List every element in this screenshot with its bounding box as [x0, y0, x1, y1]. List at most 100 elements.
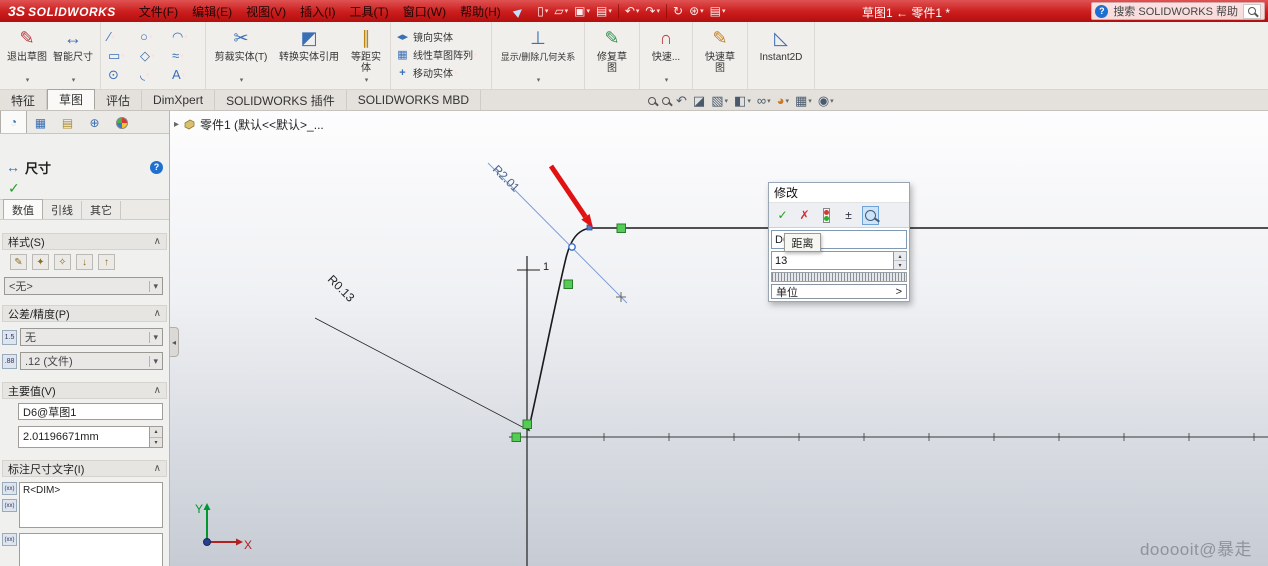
view-settings-button[interactable]: ◉ ▾	[818, 92, 834, 109]
style-section-header[interactable]: 样式(S) ∧	[2, 233, 167, 250]
new-document-button[interactable]: ▯ ▾	[534, 3, 551, 19]
dimension-label-r013[interactable]: R0.13	[325, 272, 358, 305]
tolerance-section-header[interactable]: 公差/精度(P) ∧	[2, 305, 167, 322]
menu-edit[interactable]: 编辑(E)	[185, 1, 239, 22]
display-delete-relations-button[interactable]: ⊥ 显示/删除几何关系 ▾	[496, 24, 580, 86]
add-style-button[interactable]: ✦	[32, 254, 49, 270]
ok-check-button[interactable]: ✓	[8, 180, 20, 197]
rebuild-button[interactable]: ↻	[670, 3, 686, 19]
dimxpert-manager-tab[interactable]: ▤	[54, 112, 81, 133]
tab-mbd[interactable]: SOLIDWORKS MBD	[347, 90, 482, 110]
reverse-direction-button[interactable]: ±	[840, 206, 857, 225]
dimension-leader-r013[interactable]	[314, 317, 531, 432]
section-view-button[interactable]: ◪	[693, 92, 705, 109]
dimension-value-input[interactable]: 13	[771, 251, 894, 270]
previous-view-button[interactable]: ↶	[676, 92, 687, 109]
point-tool-button[interactable]: ⊙	[105, 65, 137, 84]
relation-badge[interactable]	[522, 419, 532, 429]
dimension-label-r201[interactable]: R2.01	[490, 162, 523, 195]
dimension-name-field[interactable]: D6@草图1	[18, 403, 163, 420]
profile-curve[interactable]	[527, 227, 592, 431]
property-manager-tab[interactable]: ◔	[0, 111, 27, 133]
save-button[interactable]: ▣ ▾	[571, 3, 593, 19]
instant2d-button[interactable]: ◺ Instant2D	[752, 24, 810, 86]
hide-show-items-button[interactable]: ∞ ▾	[757, 92, 771, 109]
dim-text-icon[interactable]: (xx)	[2, 533, 17, 546]
view-orientation-button[interactable]: ▧ ▾	[711, 92, 728, 109]
tab-features[interactable]: 特征	[0, 90, 48, 110]
rapid-sketch-button[interactable]: ✎ 快速草 图	[697, 24, 743, 86]
thumbwheel-slider[interactable]	[771, 272, 907, 282]
panel-collapse-handle[interactable]: ◂	[170, 327, 179, 357]
spinner-down-icon[interactable]: ▾	[894, 261, 906, 269]
dimension-value-field[interactable]: 2.01196671mm	[18, 426, 150, 448]
dimension-text-section-header[interactable]: 标注尺寸文字(I) ∧	[2, 460, 167, 477]
tab-evaluate[interactable]: 评估	[95, 90, 143, 110]
tab-leaders[interactable]: 引线	[43, 201, 82, 219]
tab-sketch[interactable]: 草图	[47, 89, 96, 110]
display-style-button[interactable]: ◧ ▾	[734, 92, 751, 109]
primary-value-section-header[interactable]: 主要值(V) ∧	[2, 382, 167, 399]
dimension-label-1[interactable]: 1	[543, 261, 549, 273]
style-dropdown[interactable]: <无> ▾	[4, 277, 163, 295]
exit-sketch-button[interactable]: ✎ 退出草图 ▾	[4, 24, 50, 86]
origin-point[interactable]	[203, 538, 211, 546]
open-button[interactable]: ▱ ▾	[551, 3, 571, 19]
save-style-button[interactable]: ↓	[76, 254, 93, 270]
menu-tools[interactable]: 工具(T)	[342, 1, 395, 22]
modify-dialog-title[interactable]: 修改	[769, 183, 909, 203]
spinner-up-icon[interactable]: ▴	[150, 427, 162, 438]
dim-text-icon[interactable]: (xx)	[2, 499, 17, 512]
arc-tool-button[interactable]: ◠ ▾	[169, 27, 201, 46]
repair-sketch-button[interactable]: ✎ 修复草 图	[589, 24, 635, 86]
appearance-manager-tab[interactable]	[108, 112, 135, 133]
display-manager-tab[interactable]: ⊕	[81, 112, 108, 133]
delete-style-button[interactable]: ✧	[54, 254, 71, 270]
search-help-input[interactable]: 搜索 SOLIDWORKS 帮助	[1113, 3, 1238, 19]
midpoint-marker[interactable]	[568, 243, 576, 251]
units-dropdown[interactable]: 单位 >	[771, 284, 907, 299]
convert-entities-button[interactable]: ◩ 转换实体引用	[272, 24, 346, 86]
spinner-down-icon[interactable]: ▾	[150, 437, 162, 447]
relation-badge[interactable]	[563, 279, 573, 289]
help-icon[interactable]: ?	[1095, 4, 1109, 18]
menu-file[interactable]: 文件(F)	[132, 1, 185, 22]
tab-addins[interactable]: SOLIDWORKS 插件	[215, 90, 347, 110]
tolerance-type-dropdown[interactable]: 无 ▾	[20, 328, 163, 346]
tab-dimxpert[interactable]: DimXpert	[142, 90, 216, 110]
value-spinner[interactable]: ▴ ▾	[894, 251, 907, 270]
menu-view[interactable]: 视图(V)	[239, 1, 293, 22]
zoom-area-button[interactable]	[662, 92, 670, 109]
quick-snaps-button[interactable]: ∩ 快速... ▾	[644, 24, 688, 86]
menu-help[interactable]: 帮助(H)	[453, 1, 508, 22]
apply-default-style-button[interactable]: ✎	[10, 254, 27, 270]
rebuild-on-exit-button[interactable]	[818, 206, 835, 225]
text-tool-button[interactable]: A ▾	[169, 65, 201, 84]
trim-entities-button[interactable]: ✂ 剪裁实体(T) ▾	[210, 24, 272, 86]
line-tool-button[interactable]: ∕ ▾	[105, 27, 137, 46]
smart-dimension-button[interactable]: ↔ 智能尺寸 ▾	[50, 24, 96, 86]
value-spinner[interactable]: ▴ ▾	[150, 426, 163, 448]
linear-pattern-button[interactable]: ▦ 线性草图阵列 ▾	[395, 47, 487, 62]
increment-value-button[interactable]	[862, 205, 879, 225]
redo-button[interactable]: ↷ ▾	[642, 3, 663, 19]
undo-button[interactable]: ↶ ▾	[622, 3, 643, 19]
move-entities-button[interactable]: + 移动实体 ▾	[395, 65, 487, 81]
circle-tool-button[interactable]: ○ ▾	[137, 27, 169, 46]
apply-scene-button[interactable]: ▦ ▾	[795, 92, 812, 109]
feature-tree-root[interactable]: ▸ 零件1 (默认<<默认>_...	[174, 116, 324, 133]
tree-expand-icon[interactable]: ▸	[174, 119, 179, 130]
spinner-up-icon[interactable]: ▴	[894, 252, 906, 261]
cancel-button[interactable]: ✗	[796, 206, 813, 225]
edit-appearance-button[interactable]: ◕ ▾	[777, 92, 789, 109]
configuration-manager-tab[interactable]: ▦	[27, 112, 54, 133]
mirror-entities-button[interactable]: ◂▸ 镜向实体	[395, 29, 487, 44]
dimension-text-input[interactable]: R<DIM>	[19, 482, 163, 528]
polygon-tool-button[interactable]: ◇ ▾	[137, 46, 169, 65]
offset-entities-button[interactable]: ∥ 等距实 体 ▾	[346, 24, 386, 86]
precision-dropdown[interactable]: .12 (文件) ▾	[20, 352, 163, 370]
spline-tool-button[interactable]: ≈ ▾	[169, 46, 201, 65]
zoom-fit-button[interactable]	[648, 92, 656, 109]
panel-help-icon[interactable]: ?	[150, 160, 163, 174]
accept-button[interactable]: ✓	[774, 206, 791, 225]
